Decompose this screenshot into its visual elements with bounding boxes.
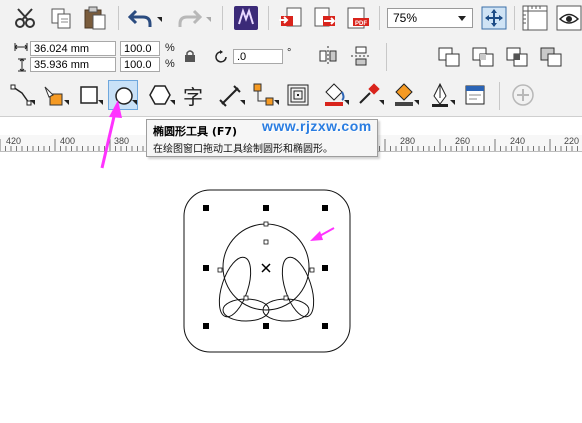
ellipse-tool-button[interactable] [108,80,138,110]
degree-label: ° [287,47,292,59]
undo-dropdown-arrow[interactable] [157,17,162,22]
zoom-value: 75% [393,11,418,25]
ruler-label: 380 [114,136,130,146]
mirror-vertical-icon[interactable] [350,45,372,67]
fill-tool-icon[interactable] [322,82,346,108]
tool-flyout-arrow[interactable] [414,100,419,105]
separator [118,6,119,30]
export-icon[interactable] [312,6,338,30]
ellipse-shape-right[interactable] [276,254,320,321]
undo-icon[interactable] [128,7,154,29]
cut-icon[interactable] [14,7,38,29]
watermark: www.rjzxw.com [262,118,372,134]
text-tool-icon[interactable]: 字 [183,81,203,110]
mirror-horizontal-icon[interactable] [318,45,338,67]
zoom-level-select[interactable]: 75% [387,8,473,28]
corel-connect-icon[interactable] [233,5,259,31]
selection-handle[interactable] [322,265,328,271]
tool-flyout-arrow[interactable] [170,100,175,105]
selection-handle[interactable] [263,205,269,211]
percent-label-x: % [165,42,175,54]
eyedropper-tool-icon[interactable] [357,82,381,108]
tool-flyout-arrow[interactable] [30,100,35,105]
separator [222,6,223,30]
redo-icon[interactable] [176,7,202,29]
selection-handle[interactable] [203,323,209,329]
toolbox: 字 [0,76,582,117]
full-screen-preview-icon[interactable] [481,6,507,30]
tool-flyout-arrow[interactable] [98,100,103,105]
dimension-tool-icon[interactable] [218,84,242,108]
tool-flyout-arrow[interactable] [64,100,69,105]
publish-pdf-icon[interactable]: PDF [345,6,371,30]
selection-handle[interactable] [263,323,269,329]
width-icon [14,43,28,51]
tooltip-title: 椭圆形工具 (F7) [153,125,238,138]
import-icon[interactable] [278,6,304,30]
contour-tool-icon[interactable] [287,84,309,106]
interactive-fill-tool-icon[interactable] [392,82,416,108]
weld-icon[interactable] [438,47,462,67]
object-properties-icon[interactable] [463,83,487,107]
rulers-icon[interactable] [522,5,548,31]
height-icon [18,58,26,72]
redo-dropdown-arrow[interactable] [206,17,211,22]
scale-y-field[interactable]: 100.0 [120,57,160,72]
tooltip-description: 在绘图窗口拖动工具绘制圆形和椭圆形。 [153,144,333,155]
node-markers [217,221,315,301]
selection-handle[interactable] [322,323,328,329]
standard-toolbar: PDF 75% [0,0,582,38]
ruler-label: 400 [60,136,76,146]
ellipse-shape-left[interactable] [213,254,257,321]
copy-icon[interactable] [50,7,74,29]
ruler-label: 220 [564,136,580,146]
width-field[interactable]: 36.024 mm [30,41,116,56]
separator [514,6,515,30]
tool-flyout-arrow[interactable] [240,100,245,105]
scale-x-field[interactable]: 100.0 [120,41,160,56]
percent-label-y: % [165,58,175,70]
tool-flyout-arrow[interactable] [132,100,137,105]
center-mark-icon [261,263,271,273]
tool-flyout-arrow[interactable] [379,100,384,105]
property-bar: 36.024 mm 35.936 mm 100.0 100.0 % % .0 ° [0,37,582,77]
view-icon[interactable] [556,5,582,31]
chevron-down-icon [458,16,466,21]
polygon-tool-icon[interactable] [148,84,172,106]
tool-flyout-arrow[interactable] [274,100,279,105]
selection-handle[interactable] [203,205,209,211]
add-tool-icon[interactable] [511,83,535,107]
svg-text:PDF: PDF [355,21,367,27]
smart-fill-tool-icon[interactable] [42,84,66,108]
selection-handle[interactable] [203,265,209,271]
separator [268,6,269,30]
ruler-label: 260 [455,136,471,146]
simplify-icon[interactable] [540,47,564,67]
intersect-icon[interactable] [506,47,530,67]
separator [499,82,500,110]
selection-handle[interactable] [322,205,328,211]
rotation-angle-field[interactable]: .0 [233,49,283,64]
height-field[interactable]: 35.936 mm [30,57,116,72]
shape-tool-icon[interactable] [10,84,32,106]
pen-tool-icon[interactable] [428,82,452,108]
ruler-label: 420 [6,136,22,146]
lock-ratio-icon[interactable] [184,49,196,63]
paste-icon[interactable] [83,6,109,30]
ruler-label: 280 [400,136,416,146]
ruler-label: 240 [510,136,526,146]
separator [386,43,387,71]
trim-icon[interactable] [472,47,496,67]
rotation-icon [215,50,227,63]
tool-flyout-arrow[interactable] [450,100,455,105]
drawing-canvas[interactable] [0,152,582,423]
separator [379,6,380,30]
tool-flyout-arrow[interactable] [344,100,349,105]
rectangle-tool-icon[interactable] [78,84,100,106]
connector-tool-icon[interactable] [252,82,276,108]
